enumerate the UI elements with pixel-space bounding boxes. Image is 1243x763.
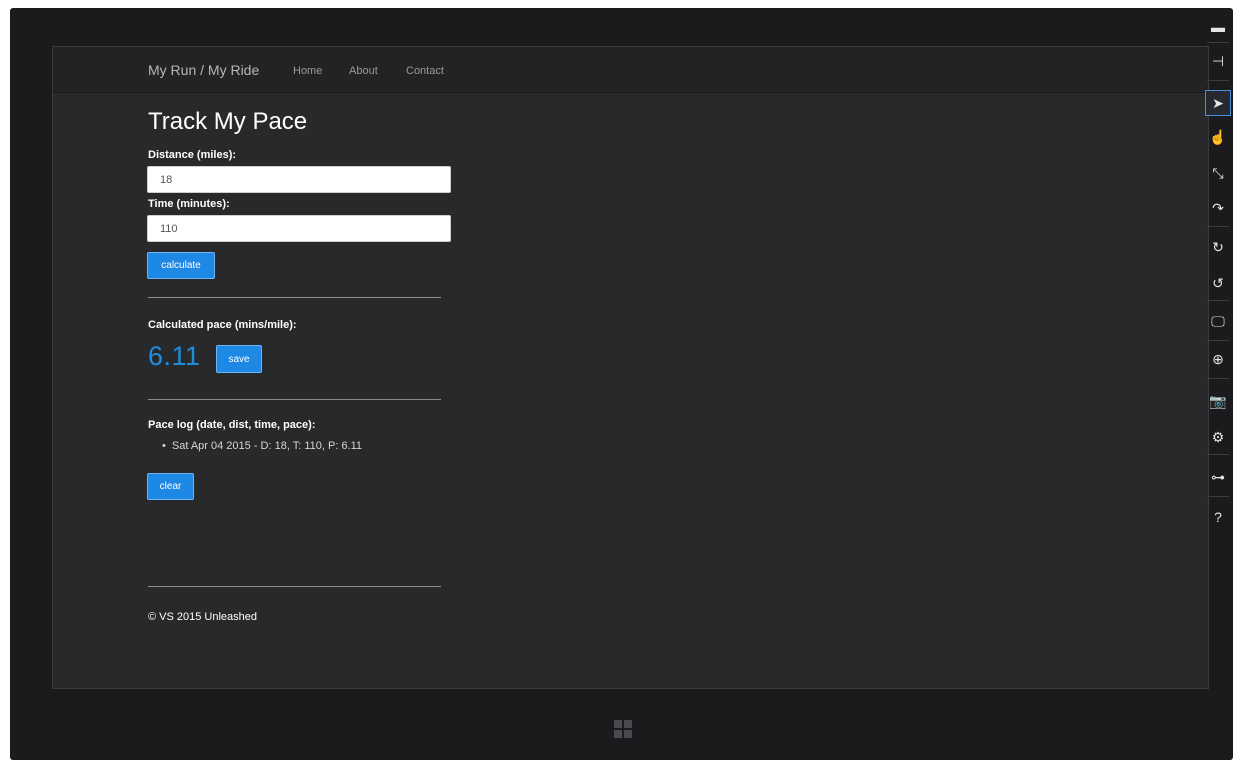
screenshot-icon[interactable]: 📷 [1205,388,1231,414]
toolbar-separator [1207,454,1229,455]
toolbar-separator [1207,42,1229,43]
save-button[interactable]: save [216,345,262,373]
nav-home-link[interactable]: Home [293,65,322,77]
pace-log-list: • Sat Apr 04 2015 - D: 18, T: 110, P: 6.1… [162,440,362,452]
time-label: Time (minutes): [148,198,230,210]
pinch-zoom-icon[interactable]: ⤡ [1205,160,1231,186]
simulator-window: My Run / My Ride Home About Contact Trac… [10,8,1233,760]
toolbar-separator [1207,80,1229,81]
toolbar-separator [1207,378,1229,379]
distance-label: Distance (miles): [148,149,237,161]
resolution-icon[interactable]: 🖵 [1205,308,1231,334]
footer-text: © VS 2015 Unleashed [148,611,258,623]
time-input[interactable] [147,215,451,242]
distance-input[interactable] [147,166,451,193]
calculate-button[interactable]: calculate [147,252,215,279]
location-icon[interactable]: ⊕ [1205,346,1231,372]
network-icon[interactable]: ⊶ [1205,464,1231,490]
rotate-touch-icon[interactable]: ↷ [1205,195,1231,221]
hand-icon[interactable]: ☝ [1205,124,1231,150]
pace-value: 6.11 [148,341,201,371]
settings-icon[interactable]: ⚙ [1205,424,1231,450]
pace-label: Calculated pace (mins/mile): [148,319,297,331]
nav-about-link[interactable]: About [349,65,378,77]
windows-logo-icon[interactable] [614,720,632,738]
divider [148,586,441,587]
simulator-toolbar: ▬ ⊣ ➤ ☝ ⤡ ↷ ↻ ↺ 🖵 ⊕ 📷 ⚙ ⊶? [1203,10,1233,550]
minimize-icon[interactable]: ▬ [1205,14,1231,40]
rotate-clockwise-icon[interactable]: ↻ [1205,234,1231,260]
toolbar-separator [1207,496,1229,497]
list-item: • Sat Apr 04 2015 - D: 18, T: 110, P: 6.1… [162,440,362,452]
help-icon[interactable]: ? [1205,504,1231,530]
page-title: Track My Pace [148,108,308,135]
app-screen: My Run / My Ride Home About Contact Trac… [52,46,1209,689]
pin-icon[interactable]: ⊣ [1205,48,1231,74]
divider [148,297,441,298]
bullet-icon: • [162,440,166,452]
divider [148,399,441,400]
rotate-counterclockwise-icon[interactable]: ↺ [1205,270,1231,296]
pointer-icon[interactable]: ➤ [1205,90,1231,116]
clear-button[interactable]: clear [147,473,194,500]
toolbar-separator [1207,226,1229,227]
toolbar-separator [1207,300,1229,301]
brand-link[interactable]: My Run / My Ride [148,62,259,78]
navbar: My Run / My Ride Home About Contact [53,47,1208,93]
nav-contact-link[interactable]: Contact [406,65,444,77]
toolbar-separator [1207,340,1229,341]
log-entry-text: Sat Apr 04 2015 - D: 18, T: 110, P: 6.11 [171,440,363,452]
pace-log-label: Pace log (date, dist, time, pace): [148,419,316,431]
